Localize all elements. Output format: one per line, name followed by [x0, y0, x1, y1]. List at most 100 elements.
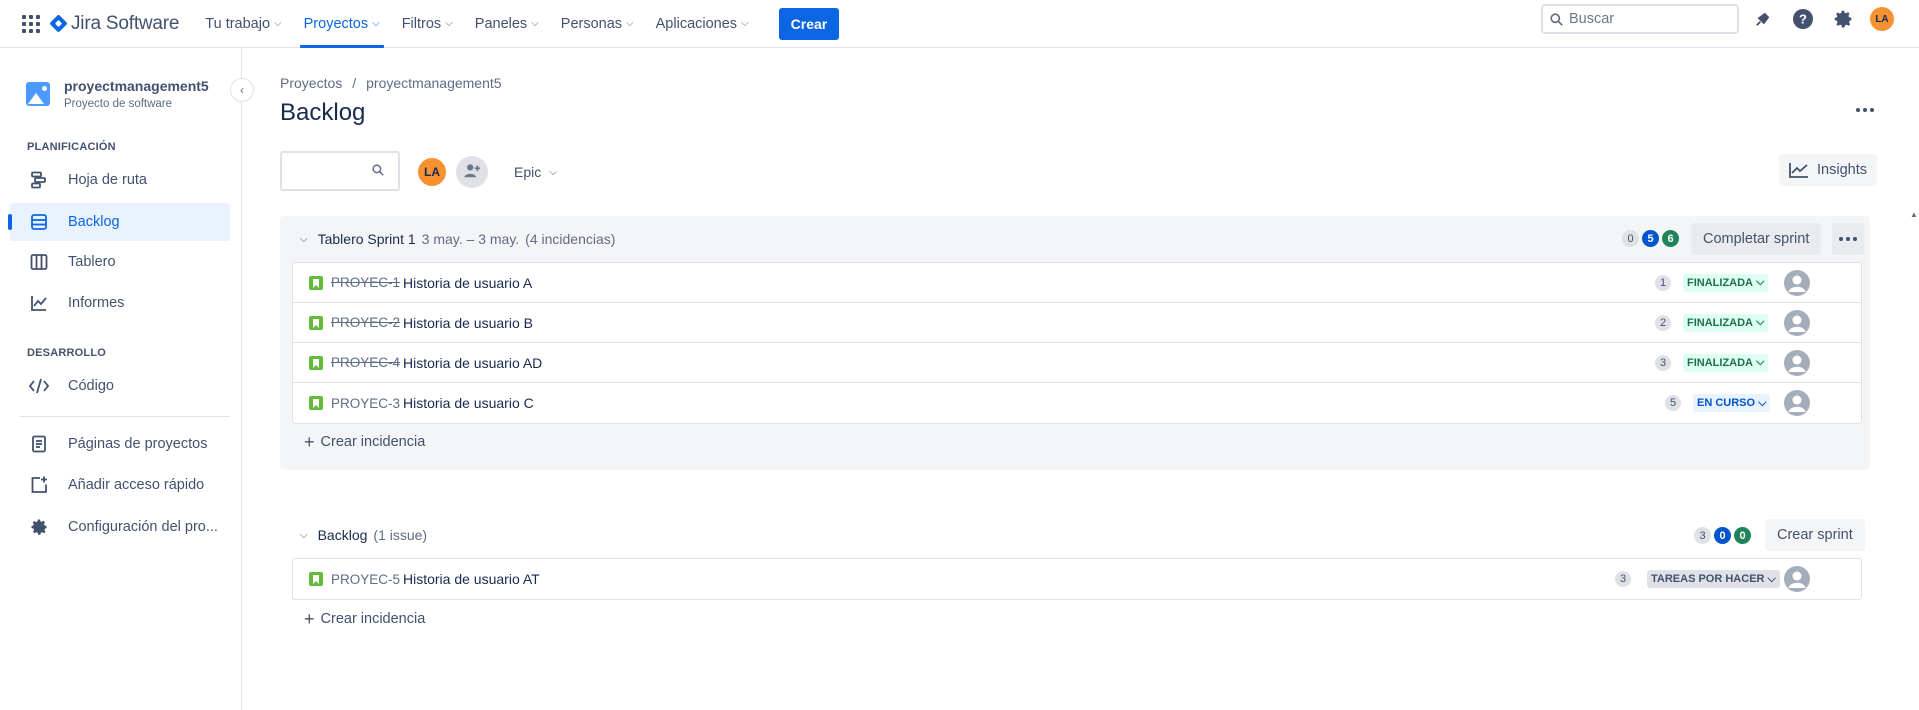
project-avatar-icon [26, 82, 50, 106]
page-more-actions-button[interactable] [1849, 94, 1881, 126]
sprint-issue-count: (4 incidencias) [525, 231, 616, 247]
issue-key[interactable]: PROYEC-2 [331, 315, 400, 330]
sidebar-item-board[interactable]: Tablero [10, 243, 230, 281]
assignee-avatar[interactable] [1784, 566, 1810, 592]
breadcrumb-projects[interactable]: Proyectos [280, 75, 342, 91]
issue-key[interactable]: PROYEC-4 [331, 355, 400, 370]
menu-apps[interactable]: Aplicaciones ⌵ [652, 0, 753, 48]
unassigned-user-icon [1788, 571, 1806, 588]
chevron-down-icon[interactable]: ⌵ [300, 234, 308, 245]
story-points[interactable]: 2 [1655, 314, 1671, 331]
status-dropdown[interactable]: TAREAS POR HACER ⌵ [1647, 570, 1780, 588]
breadcrumb-project[interactable]: proyectmanagement5 [366, 75, 501, 91]
backlog-search[interactable] [280, 151, 400, 191]
backlog-issue-count: (1 issue) [373, 527, 428, 543]
sidebar-item-add-shortcut[interactable]: Añadir acceso rápido [10, 466, 230, 504]
menu-dashboards[interactable]: Paneles ⌵ [471, 0, 543, 48]
status-dropdown[interactable]: EN CURSO ⌵ [1693, 394, 1771, 412]
chevron-down-icon: ⌵ [549, 166, 557, 178]
backlog-issue-list: PROYEC-5 Historia de usuario AT 3 TAREAS… [292, 558, 1862, 600]
backlog-create-issue-button[interactable]: + Crear incidencia [304, 604, 425, 634]
app-switcher-icon[interactable] [16, 9, 46, 39]
assignee-avatar[interactable] [1784, 269, 1810, 296]
sprint-more-actions-button[interactable] [1832, 223, 1864, 255]
assignee-avatar[interactable] [1784, 309, 1810, 336]
status-dropdown[interactable]: FINALIZADA ⌵ [1683, 313, 1769, 332]
chevron-down-icon[interactable]: ⌵ [300, 530, 308, 541]
story-icon [309, 356, 323, 370]
table-row[interactable]: PROYEC-4 Historia de usuario AD 3 FINALI… [293, 343, 1861, 383]
complete-sprint-button[interactable]: Completar sprint [1691, 223, 1822, 255]
breadcrumb: Proyectos / proyectmanagement5 [280, 75, 502, 91]
help-icon[interactable]: ? [1790, 6, 1816, 32]
table-row[interactable]: PROYEC-5 Historia de usuario AT 3 TAREAS… [293, 559, 1861, 599]
add-person-icon [463, 162, 481, 183]
issue-summary: Historia de usuario B [403, 314, 533, 331]
story-points[interactable]: 3 [1655, 354, 1671, 371]
count-in-progress: 0 [1714, 527, 1731, 544]
story-points[interactable]: 5 [1665, 395, 1681, 411]
add-people-button[interactable] [456, 156, 488, 188]
assignee-filter-avatar[interactable]: LA [416, 156, 448, 188]
project-header[interactable]: proyectmanagement5 Proyecto de software [26, 78, 209, 110]
search-input[interactable] [1569, 11, 1729, 27]
add-shortcut-icon [28, 474, 50, 496]
menu-people[interactable]: Personas ⌵ [557, 0, 638, 48]
menu-your-work[interactable]: Tu trabajo ⌵ [201, 0, 285, 48]
scroll-up-arrow-icon[interactable]: ▲ [1910, 210, 1918, 219]
project-type: Proyecto de software [64, 98, 173, 110]
sidebar-item-backlog[interactable]: Backlog [8, 203, 230, 241]
status-dropdown[interactable]: FINALIZADA ⌵ [1683, 353, 1769, 372]
sidebar-item-reports[interactable]: Informes [10, 284, 230, 322]
table-row[interactable]: PROYEC-2 Historia de usuario B 2 FINALIZ… [293, 303, 1861, 343]
backlog-search-input[interactable] [282, 163, 372, 179]
backlog-header[interactable]: ⌵ Backlog (1 issue) [300, 515, 427, 555]
sidebar-item-label: Páginas de proyectos [68, 436, 208, 452]
epic-filter-dropdown[interactable]: Epic ⌵ [504, 156, 567, 188]
backlog-name: Backlog [317, 527, 368, 543]
sprint-create-issue-button[interactable]: + Crear incidencia [304, 427, 425, 457]
sidebar-divider [20, 416, 230, 417]
global-search[interactable] [1541, 4, 1739, 34]
notifications-icon[interactable] [1750, 6, 1776, 32]
chevron-down-icon: ⌵ [626, 18, 634, 29]
more-dots-icon [1839, 237, 1857, 241]
create-sprint-button[interactable]: Crear sprint [1765, 519, 1865, 551]
sidebar-item-roadmap[interactable]: Hoja de ruta [10, 161, 230, 199]
table-row[interactable]: PROYEC-1 Historia de usuario A 1 FINALIZ… [293, 263, 1861, 303]
user-avatar[interactable]: LA [1870, 7, 1894, 31]
menu-filters[interactable]: Filtros ⌵ [398, 0, 457, 48]
settings-gear-icon[interactable] [1830, 6, 1856, 32]
status-label: EN CURSO [1697, 397, 1756, 409]
breadcrumb-separator: / [352, 75, 357, 91]
create-button[interactable]: Crear [778, 7, 840, 40]
sidebar-item-label: Tablero [68, 254, 116, 270]
create-issue-label: Crear incidencia [320, 434, 426, 450]
jira-logo[interactable]: Jira Software [49, 13, 179, 35]
sidebar-item-project-pages[interactable]: Páginas de proyectos [10, 425, 230, 463]
sprint-header[interactable]: ⌵ Tablero Sprint 1 3 may. – 3 may. (4 in… [300, 216, 615, 262]
backlog-icon [28, 211, 50, 233]
chevron-down-icon: ⌵ [741, 18, 749, 29]
unassigned-user-icon [1788, 315, 1806, 332]
issue-key[interactable]: PROYEC-3 [331, 396, 400, 411]
sidebar-item-code[interactable]: Código [10, 367, 230, 405]
create-issue-label: Crear incidencia [320, 611, 426, 627]
collapse-sidebar-button[interactable]: ‹ [230, 78, 254, 102]
assignee-avatar[interactable] [1784, 349, 1810, 376]
table-row[interactable]: PROYEC-3 Historia de usuario C 5 EN CURS… [293, 383, 1861, 423]
sidebar-item-settings[interactable]: Configuración del pro... [10, 508, 230, 546]
sprint-dates: 3 may. – 3 may. [421, 231, 520, 247]
story-points[interactable]: 3 [1615, 571, 1631, 587]
status-dropdown[interactable]: FINALIZADA ⌵ [1683, 273, 1769, 292]
issue-key[interactable]: PROYEC-1 [331, 275, 400, 290]
sprint-issue-list: PROYEC-1 Historia de usuario A 1 FINALIZ… [292, 262, 1862, 424]
assignee-avatar[interactable] [1784, 390, 1810, 416]
sidebar-item-label: Informes [68, 295, 125, 311]
story-points[interactable]: 1 [1655, 274, 1671, 291]
insights-button[interactable]: Insights [1779, 154, 1877, 186]
issue-key[interactable]: PROYEC-5 [331, 572, 400, 587]
menu-projects[interactable]: Proyectos ⌵ [299, 0, 384, 48]
chevron-down-icon: ⌵ [445, 18, 453, 29]
unassigned-user-icon [1788, 355, 1806, 372]
